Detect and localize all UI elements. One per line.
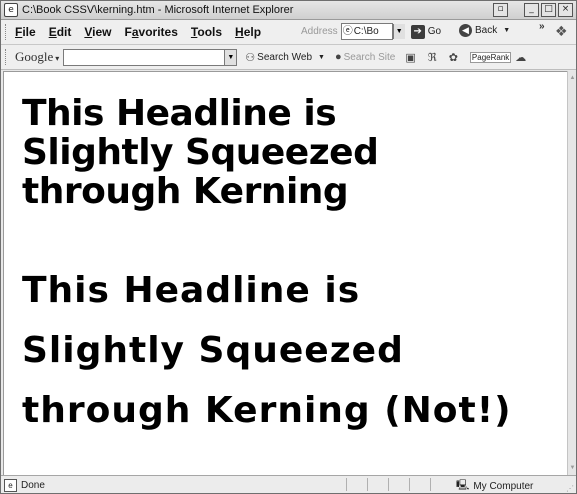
back-dropdown-icon[interactable]: ▼ [503, 27, 510, 34]
kerned-headline: This Headline is Slightly Squeezed throu… [22, 93, 379, 212]
pagerank-indicator: PageRank [469, 51, 512, 63]
toolbar-chevron[interactable]: » [539, 21, 545, 32]
resize-grip-icon[interactable]: ⋰ [566, 484, 574, 493]
menu-file[interactable]: File [15, 25, 36, 39]
minimize-button[interactable]: _ [524, 3, 539, 17]
search-site-button[interactable]: ● Search Site [335, 51, 395, 63]
window-title: C:\Book CSSV\kerning.htm - Microsoft Int… [22, 4, 294, 16]
menu-bar: File Edit View Favorites Tools Help Addr… [1, 20, 576, 45]
google-dropdown-icon[interactable]: ▼ [225, 48, 238, 66]
back-arrow-icon: ◀ [459, 24, 472, 37]
scroll-up-icon[interactable]: ▲ [568, 73, 576, 83]
menu-help[interactable]: Help [235, 25, 261, 39]
windows-logo-icon: ❖ [555, 23, 568, 39]
back-label: Back [475, 25, 498, 36]
window-controls: ▫ _ □ × [493, 3, 573, 17]
popup-blocker-icon[interactable]: ☁ [515, 51, 528, 64]
toolbar-grip[interactable] [5, 49, 9, 65]
title-bar: e C:\Book CSSV\kerning.htm - Microsoft I… [1, 1, 576, 20]
restore-icon[interactable]: ▫ [493, 3, 508, 17]
go-label: Go [427, 26, 442, 37]
back-button[interactable]: ◀ Back ▼ [459, 24, 510, 37]
vertical-scrollbar[interactable]: ▲ ▼ [567, 71, 576, 475]
maximize-button[interactable]: □ [541, 3, 556, 17]
security-zone: 🖳 My Computer [456, 478, 534, 493]
highlight-icon: ℜ [427, 51, 437, 64]
status-text: Done [21, 479, 45, 491]
address-dropdown-icon[interactable]: ▼ [392, 24, 405, 39]
scroll-down-icon[interactable]: ▼ [568, 463, 576, 473]
page-done-icon: e [4, 478, 17, 492]
ie-page-icon: ⓔ [342, 26, 353, 37]
google-search-input[interactable] [63, 48, 226, 66]
menu-favorites[interactable]: Favorites [125, 25, 178, 39]
ie-page-icon: e [4, 3, 18, 17]
address-label: Address [301, 26, 338, 37]
status-bar: e Done 🖳 My Computer ⋰ [1, 475, 576, 493]
zone-label: My Computer [473, 481, 534, 492]
normal-headline-line: This Headline is [22, 270, 361, 311]
address-value: C:\Bo [353, 26, 379, 37]
address-bar: Address ⓔ C:\Bo ▼ ➔ Go [301, 23, 441, 40]
normal-headline-line: through Kerning (Not!) [22, 390, 512, 431]
settings-icon: ✿ [448, 51, 458, 64]
normal-headline-line: Slightly Squeezed [22, 330, 404, 371]
menu-tools[interactable]: Tools [191, 25, 222, 39]
close-button[interactable]: × [558, 3, 573, 17]
go-arrow-icon: ➔ [410, 24, 425, 39]
highlight-button[interactable]: ℜ [428, 51, 439, 64]
binoculars-icon: ⚇ [245, 51, 256, 64]
page-info-icon: ▣ [405, 51, 416, 64]
my-computer-icon: 🖳 [456, 480, 470, 491]
toolbar-grip[interactable] [5, 24, 9, 40]
settings-button[interactable]: ✿ [449, 51, 460, 64]
go-button[interactable]: ➔ Go [410, 24, 442, 39]
google-menu[interactable]: Google ▾ [15, 49, 59, 65]
menu-edit[interactable]: Edit [49, 25, 72, 39]
google-toolbar: Google ▾ ▼ ⚇ Search Web ▼ ● Search Site ▣ ℜ… [1, 45, 576, 70]
search-web-button[interactable]: ⚇ Search Web ▼ [245, 51, 325, 64]
browser-window: e C:\Book CSSV\kerning.htm - Microsoft I… [0, 0, 577, 494]
kerned-headline-line: through Kerning [22, 171, 349, 212]
kerned-headline-line: This Headline is [22, 93, 337, 134]
kerned-headline-line: Slightly Squeezed [22, 132, 379, 173]
status-panels [346, 478, 451, 491]
normal-headline: This Headline is Slightly Squeezed throu… [22, 261, 512, 441]
page-viewport: This Headline is Slightly Squeezed throu… [3, 71, 567, 475]
menu-view[interactable]: View [84, 25, 111, 39]
page-info-button[interactable]: ▣ [405, 51, 417, 64]
address-input[interactable]: ⓔ C:\Bo [340, 23, 393, 40]
search-site-icon: ● [334, 51, 342, 63]
